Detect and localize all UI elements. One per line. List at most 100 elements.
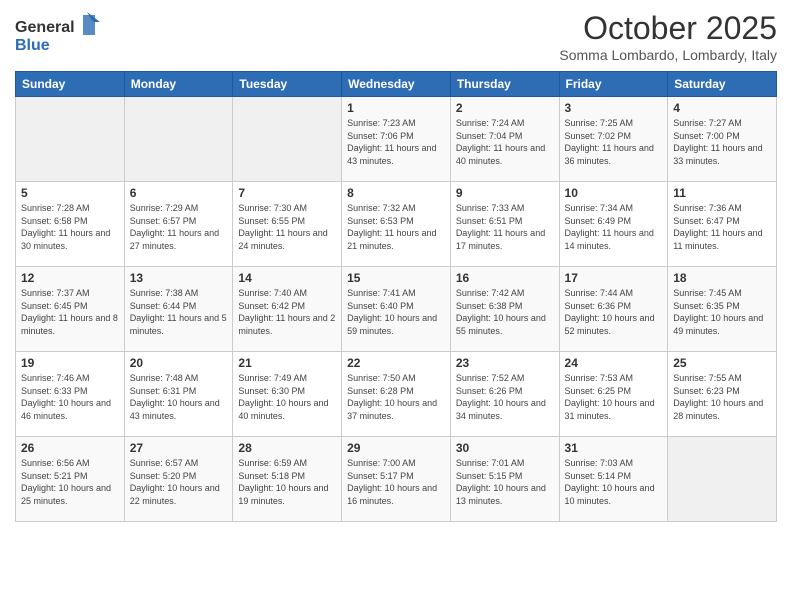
calendar-cell: 1Sunrise: 7:23 AMSunset: 7:06 PMDaylight… [342,97,451,182]
week-row-3: 12Sunrise: 7:37 AMSunset: 6:45 PMDayligh… [16,267,777,352]
calendar-header-row: SundayMondayTuesdayWednesdayThursdayFrid… [16,72,777,97]
calendar-cell [668,437,777,522]
day-number: 3 [565,101,663,115]
day-info: Sunrise: 7:50 AMSunset: 6:28 PMDaylight:… [347,372,445,422]
calendar-body: 1Sunrise: 7:23 AMSunset: 7:06 PMDaylight… [16,97,777,522]
calendar-cell: 12Sunrise: 7:37 AMSunset: 6:45 PMDayligh… [16,267,125,352]
day-number: 20 [130,356,228,370]
day-info: Sunrise: 6:56 AMSunset: 5:21 PMDaylight:… [21,457,119,507]
logo: General Blue [15,10,110,60]
week-row-2: 5 Sunrise: 7:28 AMSunset: 6:58 PMDaylight… [16,182,777,267]
day-number: 10 [565,186,663,200]
day-header-monday: Monday [124,72,233,97]
calendar-cell: 14Sunrise: 7:40 AMSunset: 6:42 PMDayligh… [233,267,342,352]
day-info: Sunrise: 7:25 AMSunset: 7:02 PMDaylight:… [565,117,663,167]
calendar-cell: 18 Sunrise: 7:45 AMSunset: 6:35 PMDayligh… [668,267,777,352]
day-info: Sunrise: 7:24 AMSunset: 7:04 PMDaylight:… [456,117,554,167]
day-number: 19 [21,356,119,370]
week-row-5: 26Sunrise: 6:56 AMSunset: 5:21 PMDayligh… [16,437,777,522]
day-info: Sunrise: 7:32 AMSunset: 6:53 PMDaylight:… [347,202,445,252]
day-info: Sunrise: 7:29 AMSunset: 6:57 PMDaylight:… [130,202,228,252]
day-number: 31 [565,441,663,455]
day-info: Sunrise: 7:30 AMSunset: 6:55 PMDaylight:… [238,202,336,252]
day-number: 4 [673,101,771,115]
day-number: 5 [21,186,119,200]
calendar-cell: 3 Sunrise: 7:25 AMSunset: 7:02 PMDaylight… [559,97,668,182]
month-title: October 2025 [559,10,777,47]
day-header-sunday: Sunday [16,72,125,97]
day-header-wednesday: Wednesday [342,72,451,97]
day-info: Sunrise: 7:53 AMSunset: 6:25 PMDaylight:… [565,372,663,422]
location: Somma Lombardo, Lombardy, Italy [559,47,777,63]
day-number: 25 [673,356,771,370]
day-info: Sunrise: 6:59 AMSunset: 5:18 PMDaylight:… [238,457,336,507]
day-number: 18 [673,271,771,285]
day-number: 23 [456,356,554,370]
day-info: Sunrise: 7:41 AMSunset: 6:40 PMDaylight:… [347,287,445,337]
day-info: Sunrise: 7:36 AMSunset: 6:47 PMDaylight:… [673,202,771,252]
calendar-cell: 5 Sunrise: 7:28 AMSunset: 6:58 PMDaylight… [16,182,125,267]
title-section: October 2025 Somma Lombardo, Lombardy, I… [559,10,777,63]
day-number: 13 [130,271,228,285]
day-info: Sunrise: 6:57 AMSunset: 5:20 PMDaylight:… [130,457,228,507]
day-number: 29 [347,441,445,455]
day-number: 8 [347,186,445,200]
calendar-cell [16,97,125,182]
day-info: Sunrise: 7:03 AMSunset: 5:14 PMDaylight:… [565,457,663,507]
day-info: Sunrise: 7:45 AMSunset: 6:35 PMDaylight:… [673,287,771,337]
calendar-cell: 19 Sunrise: 7:46 AMSunset: 6:33 PMDayligh… [16,352,125,437]
day-number: 16 [456,271,554,285]
day-number: 27 [130,441,228,455]
day-info: Sunrise: 7:46 AMSunset: 6:33 PMDaylight:… [21,372,119,422]
day-info: Sunrise: 7:48 AMSunset: 6:31 PMDaylight:… [130,372,228,422]
calendar-cell: 9 Sunrise: 7:33 AMSunset: 6:51 PMDaylight… [450,182,559,267]
day-number: 22 [347,356,445,370]
calendar-cell: 23 Sunrise: 7:52 AMSunset: 6:26 PMDayligh… [450,352,559,437]
calendar-cell: 10Sunrise: 7:34 AMSunset: 6:49 PMDayligh… [559,182,668,267]
day-info: Sunrise: 7:40 AMSunset: 6:42 PMDaylight:… [238,287,336,337]
day-number: 17 [565,271,663,285]
calendar-cell: 20 Sunrise: 7:48 AMSunset: 6:31 PMDayligh… [124,352,233,437]
calendar-cell: 13 Sunrise: 7:38 AMSunset: 6:44 PMDayligh… [124,267,233,352]
svg-text:General: General [15,19,75,36]
day-info: Sunrise: 7:49 AMSunset: 6:30 PMDaylight:… [238,372,336,422]
day-info: Sunrise: 7:52 AMSunset: 6:26 PMDaylight:… [456,372,554,422]
day-info: Sunrise: 7:42 AMSunset: 6:38 PMDaylight:… [456,287,554,337]
day-number: 9 [456,186,554,200]
day-info: Sunrise: 7:01 AMSunset: 5:15 PMDaylight:… [456,457,554,507]
day-info: Sunrise: 7:37 AMSunset: 6:45 PMDaylight:… [21,287,119,337]
calendar-cell: 21Sunrise: 7:49 AMSunset: 6:30 PMDayligh… [233,352,342,437]
day-number: 2 [456,101,554,115]
calendar-cell: 27 Sunrise: 6:57 AMSunset: 5:20 PMDayligh… [124,437,233,522]
day-info: Sunrise: 7:38 AMSunset: 6:44 PMDaylight:… [130,287,228,337]
calendar-cell [233,97,342,182]
day-info: Sunrise: 7:33 AMSunset: 6:51 PMDaylight:… [456,202,554,252]
calendar-cell: 11Sunrise: 7:36 AMSunset: 6:47 PMDayligh… [668,182,777,267]
day-info: Sunrise: 7:28 AMSunset: 6:58 PMDaylight:… [21,202,119,252]
calendar-cell: 25Sunrise: 7:55 AMSunset: 6:23 PMDayligh… [668,352,777,437]
day-header-thursday: Thursday [450,72,559,97]
week-row-1: 1Sunrise: 7:23 AMSunset: 7:06 PMDaylight… [16,97,777,182]
day-info: Sunrise: 7:27 AMSunset: 7:00 PMDaylight:… [673,117,771,167]
day-info: Sunrise: 7:44 AMSunset: 6:36 PMDaylight:… [565,287,663,337]
calendar-cell [124,97,233,182]
calendar-cell: 6Sunrise: 7:29 AMSunset: 6:57 PMDaylight… [124,182,233,267]
calendar-cell: 4 Sunrise: 7:27 AMSunset: 7:00 PMDaylight… [668,97,777,182]
page-header: General Blue October 2025 Somma Lombardo… [15,10,777,63]
day-header-tuesday: Tuesday [233,72,342,97]
day-number: 30 [456,441,554,455]
calendar-cell: 28 Sunrise: 6:59 AMSunset: 5:18 PMDayligh… [233,437,342,522]
day-number: 28 [238,441,336,455]
page-container: General Blue October 2025 Somma Lombardo… [0,0,792,532]
day-header-saturday: Saturday [668,72,777,97]
calendar-cell: 17 Sunrise: 7:44 AMSunset: 6:36 PMDayligh… [559,267,668,352]
calendar-cell: 29Sunrise: 7:00 AMSunset: 5:17 PMDayligh… [342,437,451,522]
calendar-cell: 31 Sunrise: 7:03 AMSunset: 5:14 PMDayligh… [559,437,668,522]
calendar-cell: 2 Sunrise: 7:24 AMSunset: 7:04 PMDaylight… [450,97,559,182]
calendar-cell: 7Sunrise: 7:30 AMSunset: 6:55 PMDaylight… [233,182,342,267]
week-row-4: 19 Sunrise: 7:46 AMSunset: 6:33 PMDayligh… [16,352,777,437]
calendar-cell: 26Sunrise: 6:56 AMSunset: 5:21 PMDayligh… [16,437,125,522]
day-number: 15 [347,271,445,285]
day-header-friday: Friday [559,72,668,97]
day-number: 24 [565,356,663,370]
